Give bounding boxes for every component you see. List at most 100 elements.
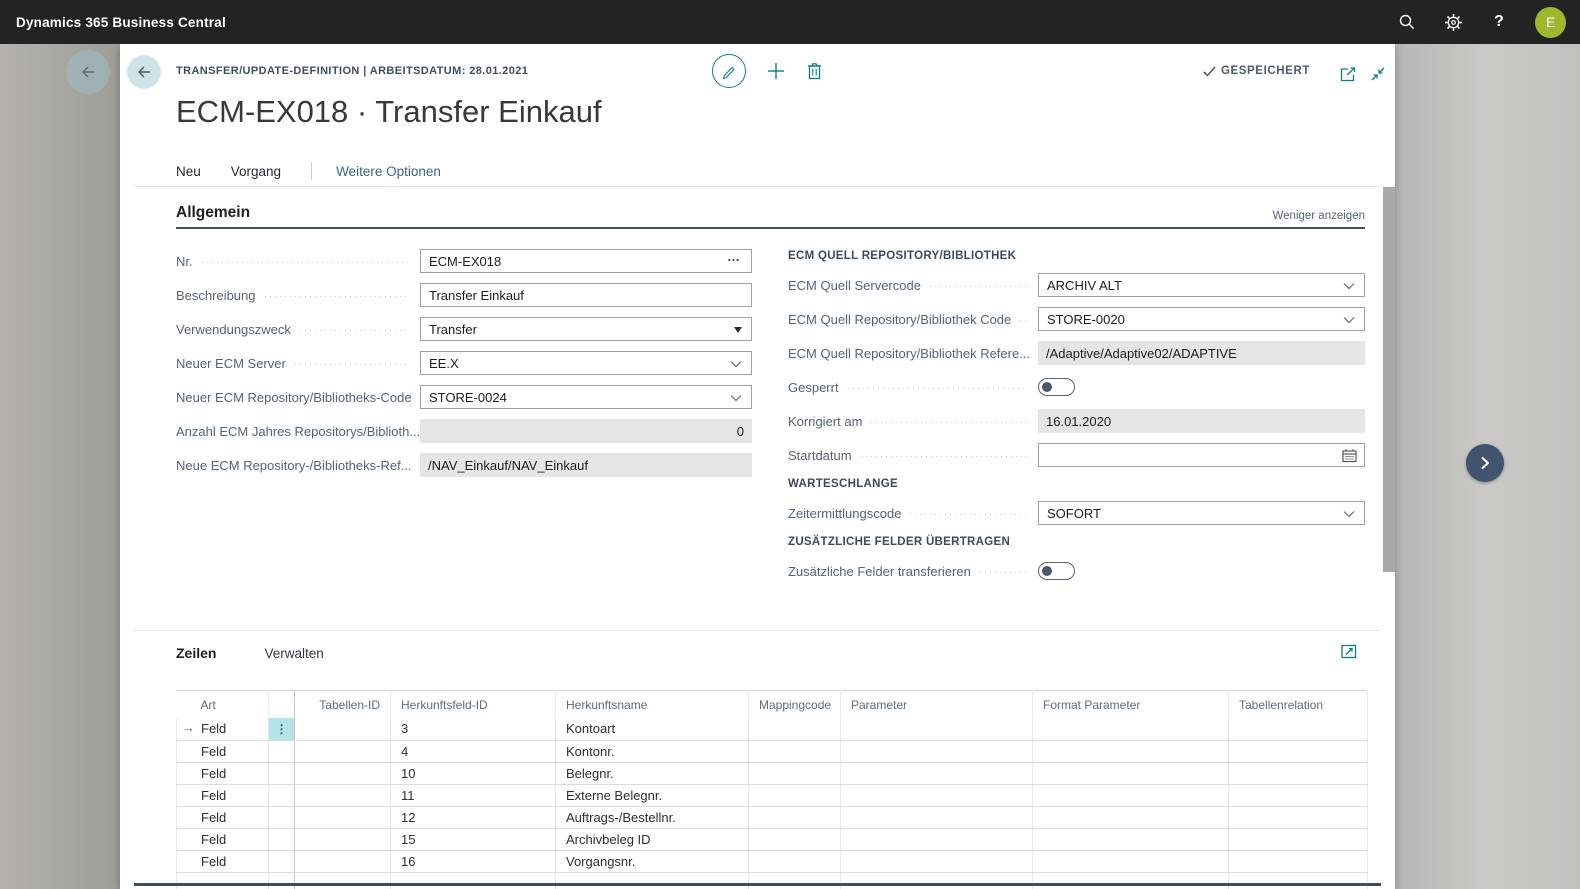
next-record-button[interactable] bbox=[1466, 444, 1504, 482]
cell-herkunftsname[interactable]: Vorgangsnr. bbox=[556, 850, 749, 872]
col-tabellenrelation[interactable]: Tabellenrelation bbox=[1229, 691, 1368, 718]
cell-tabellenrelation[interactable] bbox=[1229, 740, 1368, 762]
cell-parameter[interactable] bbox=[841, 718, 1033, 741]
col-herkunftsfeld-id[interactable]: Herkunftsfeld-ID bbox=[391, 691, 556, 718]
help-icon[interactable]: ? bbox=[1489, 12, 1509, 32]
verwendungszweck-select[interactable]: Transfer bbox=[420, 317, 752, 341]
back-button[interactable] bbox=[127, 55, 161, 89]
cell-mappingcode[interactable] bbox=[749, 762, 841, 784]
cell-art[interactable]: →Feld bbox=[177, 806, 269, 828]
add-button[interactable] bbox=[766, 61, 786, 81]
cell-tabellenrelation[interactable] bbox=[1229, 850, 1368, 872]
cell-herkunftsfeld-id[interactable]: 11 bbox=[391, 784, 556, 806]
col-parameter[interactable]: Parameter bbox=[841, 691, 1033, 718]
quell-repo-code-combo[interactable]: STORE-0020 bbox=[1038, 307, 1365, 331]
cell-tabellen-id[interactable] bbox=[295, 740, 391, 762]
focus-mode-icon[interactable] bbox=[1341, 644, 1357, 659]
cell-herkunftsname[interactable] bbox=[556, 872, 749, 889]
cell-mappingcode[interactable] bbox=[749, 828, 841, 850]
delete-button[interactable] bbox=[806, 62, 823, 80]
col-herkunftsname[interactable]: Herkunftsname bbox=[556, 691, 749, 718]
cell-art[interactable]: →Feld bbox=[177, 740, 269, 762]
menu-neu[interactable]: Neu bbox=[176, 164, 201, 179]
background-back-button[interactable] bbox=[66, 50, 110, 94]
neuer-ecm-server-combo[interactable]: EE.X bbox=[420, 351, 752, 375]
cell-art[interactable] bbox=[177, 872, 269, 889]
cell-herkunftsname[interactable]: Belegnr. bbox=[556, 762, 749, 784]
cell-format-parameter[interactable] bbox=[1033, 872, 1229, 889]
cell-tabellenrelation[interactable] bbox=[1229, 806, 1368, 828]
assist-edit-button[interactable]: … bbox=[727, 249, 741, 264]
cell-tabellenrelation[interactable] bbox=[1229, 718, 1368, 741]
cell-parameter[interactable] bbox=[841, 740, 1033, 762]
cell-format-parameter[interactable] bbox=[1033, 718, 1229, 741]
cell-mappingcode[interactable] bbox=[749, 850, 841, 872]
cell-tabellen-id[interactable] bbox=[295, 872, 391, 889]
cell-format-parameter[interactable] bbox=[1033, 806, 1229, 828]
section-title[interactable]: Allgemein bbox=[176, 204, 250, 222]
cell-herkunftsfeld-id[interactable]: 12 bbox=[391, 806, 556, 828]
table-row[interactable]: →Feld ⋮ 3 Kontoart bbox=[177, 718, 1368, 741]
user-avatar[interactable]: E bbox=[1535, 7, 1566, 38]
col-art[interactable]: Art bbox=[177, 691, 269, 718]
gesperrt-toggle[interactable] bbox=[1038, 378, 1075, 396]
cell-mappingcode[interactable] bbox=[749, 718, 841, 741]
cell-parameter[interactable] bbox=[841, 784, 1033, 806]
table-row[interactable] bbox=[177, 872, 1368, 889]
cell-row-menu[interactable]: ⋮ bbox=[269, 850, 295, 872]
cell-format-parameter[interactable] bbox=[1033, 762, 1229, 784]
cell-parameter[interactable] bbox=[841, 806, 1033, 828]
col-mappingcode[interactable]: Mappingcode bbox=[749, 691, 841, 718]
cell-herkunftsname[interactable]: Kontoart bbox=[556, 718, 749, 741]
cell-tabellenrelation[interactable] bbox=[1229, 762, 1368, 784]
beschreibung-input[interactable]: Transfer Einkauf bbox=[420, 283, 752, 307]
collapse-icon[interactable] bbox=[1370, 66, 1386, 82]
cell-tabellen-id[interactable] bbox=[295, 784, 391, 806]
cell-format-parameter[interactable] bbox=[1033, 828, 1229, 850]
cell-row-menu[interactable] bbox=[269, 872, 295, 889]
cell-parameter[interactable] bbox=[841, 872, 1033, 889]
cell-herkunftsname[interactable]: Kontonr. bbox=[556, 740, 749, 762]
menu-vorgang[interactable]: Vorgang bbox=[231, 164, 281, 179]
cell-tabellen-id[interactable] bbox=[295, 806, 391, 828]
table-row[interactable]: →Feld ⋮ 15 Archivbeleg ID bbox=[177, 828, 1368, 850]
cell-parameter[interactable] bbox=[841, 828, 1033, 850]
startdatum-input[interactable] bbox=[1038, 443, 1365, 467]
cell-art[interactable]: →Feld bbox=[177, 850, 269, 872]
cell-tabellenrelation[interactable] bbox=[1229, 784, 1368, 806]
cell-tabellenrelation[interactable] bbox=[1229, 828, 1368, 850]
quell-servercode-combo[interactable]: ARCHIV ALT bbox=[1038, 273, 1365, 297]
cell-parameter[interactable] bbox=[841, 762, 1033, 784]
cell-art[interactable]: →Feld bbox=[177, 762, 269, 784]
cell-mappingcode[interactable] bbox=[749, 740, 841, 762]
cell-row-menu[interactable]: ⋮ bbox=[269, 784, 295, 806]
cell-herkunftsname[interactable]: Auftrags-/Bestellnr. bbox=[556, 806, 749, 828]
cell-format-parameter[interactable] bbox=[1033, 850, 1229, 872]
cell-art[interactable]: →Feld bbox=[177, 828, 269, 850]
zeitermittlungscode-combo[interactable]: SOFORT bbox=[1038, 501, 1365, 525]
table-row[interactable]: →Feld ⋮ 16 Vorgangsnr. bbox=[177, 850, 1368, 872]
zusaetzliche-felder-toggle[interactable] bbox=[1038, 562, 1075, 580]
cell-format-parameter[interactable] bbox=[1033, 740, 1229, 762]
open-in-window-icon[interactable] bbox=[1340, 67, 1357, 82]
zeilen-manage-menu[interactable]: Verwalten bbox=[264, 646, 323, 661]
col-tabellen-id[interactable]: Tabellen-ID bbox=[295, 691, 391, 718]
cell-mappingcode[interactable] bbox=[749, 784, 841, 806]
calendar-icon[interactable] bbox=[1342, 448, 1357, 463]
cell-row-menu[interactable]: ⋮ bbox=[269, 806, 295, 828]
cell-format-parameter[interactable] bbox=[1033, 784, 1229, 806]
table-row[interactable]: →Feld ⋮ 10 Belegnr. bbox=[177, 762, 1368, 784]
cell-parameter[interactable] bbox=[841, 850, 1033, 872]
cell-herkunftsfeld-id[interactable]: 10 bbox=[391, 762, 556, 784]
table-row[interactable]: →Feld ⋮ 4 Kontonr. bbox=[177, 740, 1368, 762]
cell-row-menu[interactable]: ⋮ bbox=[269, 828, 295, 850]
table-row[interactable]: →Feld ⋮ 11 Externe Belegnr. bbox=[177, 784, 1368, 806]
col-format-parameter[interactable]: Format Parameter bbox=[1033, 691, 1229, 718]
show-less-link[interactable]: Weniger anzeigen bbox=[1273, 210, 1366, 222]
cell-tabellenrelation[interactable] bbox=[1229, 872, 1368, 889]
cell-herkunftsfeld-id[interactable]: 16 bbox=[391, 850, 556, 872]
vertical-scrollbar-thumb[interactable] bbox=[1383, 187, 1395, 572]
table-row[interactable]: →Feld ⋮ 12 Auftrags-/Bestellnr. bbox=[177, 806, 1368, 828]
cell-tabellen-id[interactable] bbox=[295, 828, 391, 850]
cell-herkunftsname[interactable]: Externe Belegnr. bbox=[556, 784, 749, 806]
